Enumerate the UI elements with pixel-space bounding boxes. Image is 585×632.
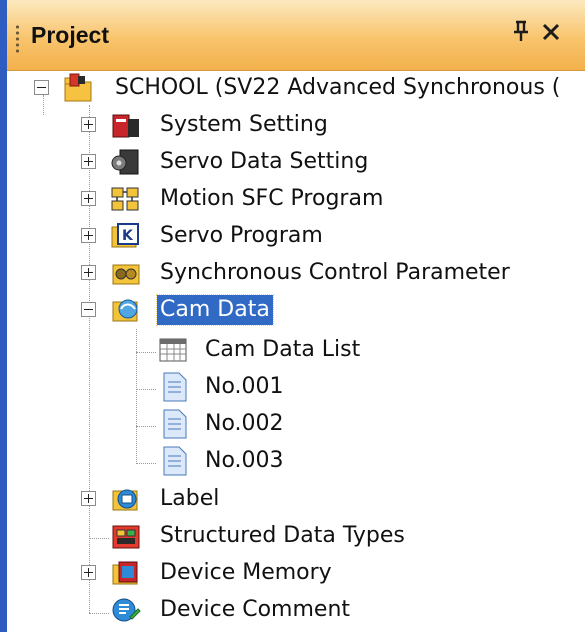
tree-item-servo-data-setting[interactable]: Servo Data Setting [7,145,585,181]
tree-root-label: SCHOOL (SV22 Advanced Synchronous ( [115,75,561,100]
expand-toggle[interactable] [81,565,96,580]
tree-item-label: Device Memory [160,560,332,585]
tree-item-label: No.003 [205,448,284,473]
sync-parameter-icon [112,264,140,285]
collapse-toggle[interactable] [34,80,49,95]
project-tree: SCHOOL (SV22 Advanced Synchronous ( Syst… [7,71,585,632]
tree-item-label: Motion SFC Program [160,186,384,211]
tree-root-school[interactable]: SCHOOL (SV22 Advanced Synchronous ( [7,71,585,107]
panel-title: Project [31,22,109,48]
tree-item-motion-sfc-program[interactable]: Motion SFC Program [7,182,585,218]
expand-toggle[interactable] [81,154,96,169]
tree-item-structured-data-types[interactable]: Structured Data Types [7,519,585,555]
tree-item-label: Device Comment [160,597,351,622]
project-folder-icon [64,73,92,102]
drag-grip-icon[interactable] [15,24,20,54]
device-memory-icon [112,561,138,585]
close-icon[interactable] [537,18,565,50]
project-panel-header: Project [7,0,585,71]
tree-item-system-setting[interactable]: System Setting [7,108,585,144]
expand-toggle[interactable] [81,491,96,506]
svg-text:K: K [122,228,134,244]
label-icon [112,489,138,511]
expand-toggle[interactable] [81,117,96,132]
tree-item-device-comment[interactable]: Device Comment [7,593,585,629]
tree-item-label: No.002 [205,411,284,436]
document-icon [163,372,187,402]
sfc-program-icon [111,187,139,211]
expand-toggle[interactable] [81,191,96,206]
tree-item-label: Servo Data Setting [160,149,369,174]
tree-item-label: Label [160,486,220,511]
tree-item-cam-data[interactable]: Cam Data [7,293,585,329]
servo-data-icon [111,149,139,175]
tree-item-synchronous-control-parameter[interactable]: Synchronous Control Parameter [7,256,585,292]
tree-item-no-001[interactable]: No.001 [7,370,585,406]
tree-item-no-002[interactable]: No.002 [7,407,585,443]
document-icon [163,446,187,476]
panel-left-edge [0,0,7,632]
tree-item-label: No.001 [205,374,284,399]
tree-item-servo-program[interactable]: K Servo Program [7,219,585,255]
servo-program-icon: K [111,223,139,248]
tree-item-label: Synchronous Control Parameter [160,260,510,285]
document-icon [163,409,187,439]
device-comment-icon [112,598,141,622]
tree-item-device-memory[interactable]: Device Memory [7,556,585,592]
collapse-toggle[interactable] [81,302,96,317]
cam-data-icon [112,299,138,322]
list-icon [159,338,187,362]
tree-item-label: Cam Data List [205,337,361,362]
tree-item-no-003[interactable]: No.003 [7,444,585,480]
structured-data-icon [112,525,140,549]
system-setting-icon [112,114,139,138]
pin-icon[interactable] [507,18,535,50]
tree-item-label: Structured Data Types [160,523,405,548]
expand-toggle[interactable] [81,228,96,243]
tree-item-cam-data-list[interactable]: Cam Data List [7,333,585,369]
expand-toggle[interactable] [81,265,96,280]
tree-item-label: Servo Program [160,223,323,248]
tree-item-label-node[interactable]: Label [7,482,585,518]
tree-item-label: Cam Data [156,294,274,326]
tree-item-label: System Setting [160,112,328,137]
